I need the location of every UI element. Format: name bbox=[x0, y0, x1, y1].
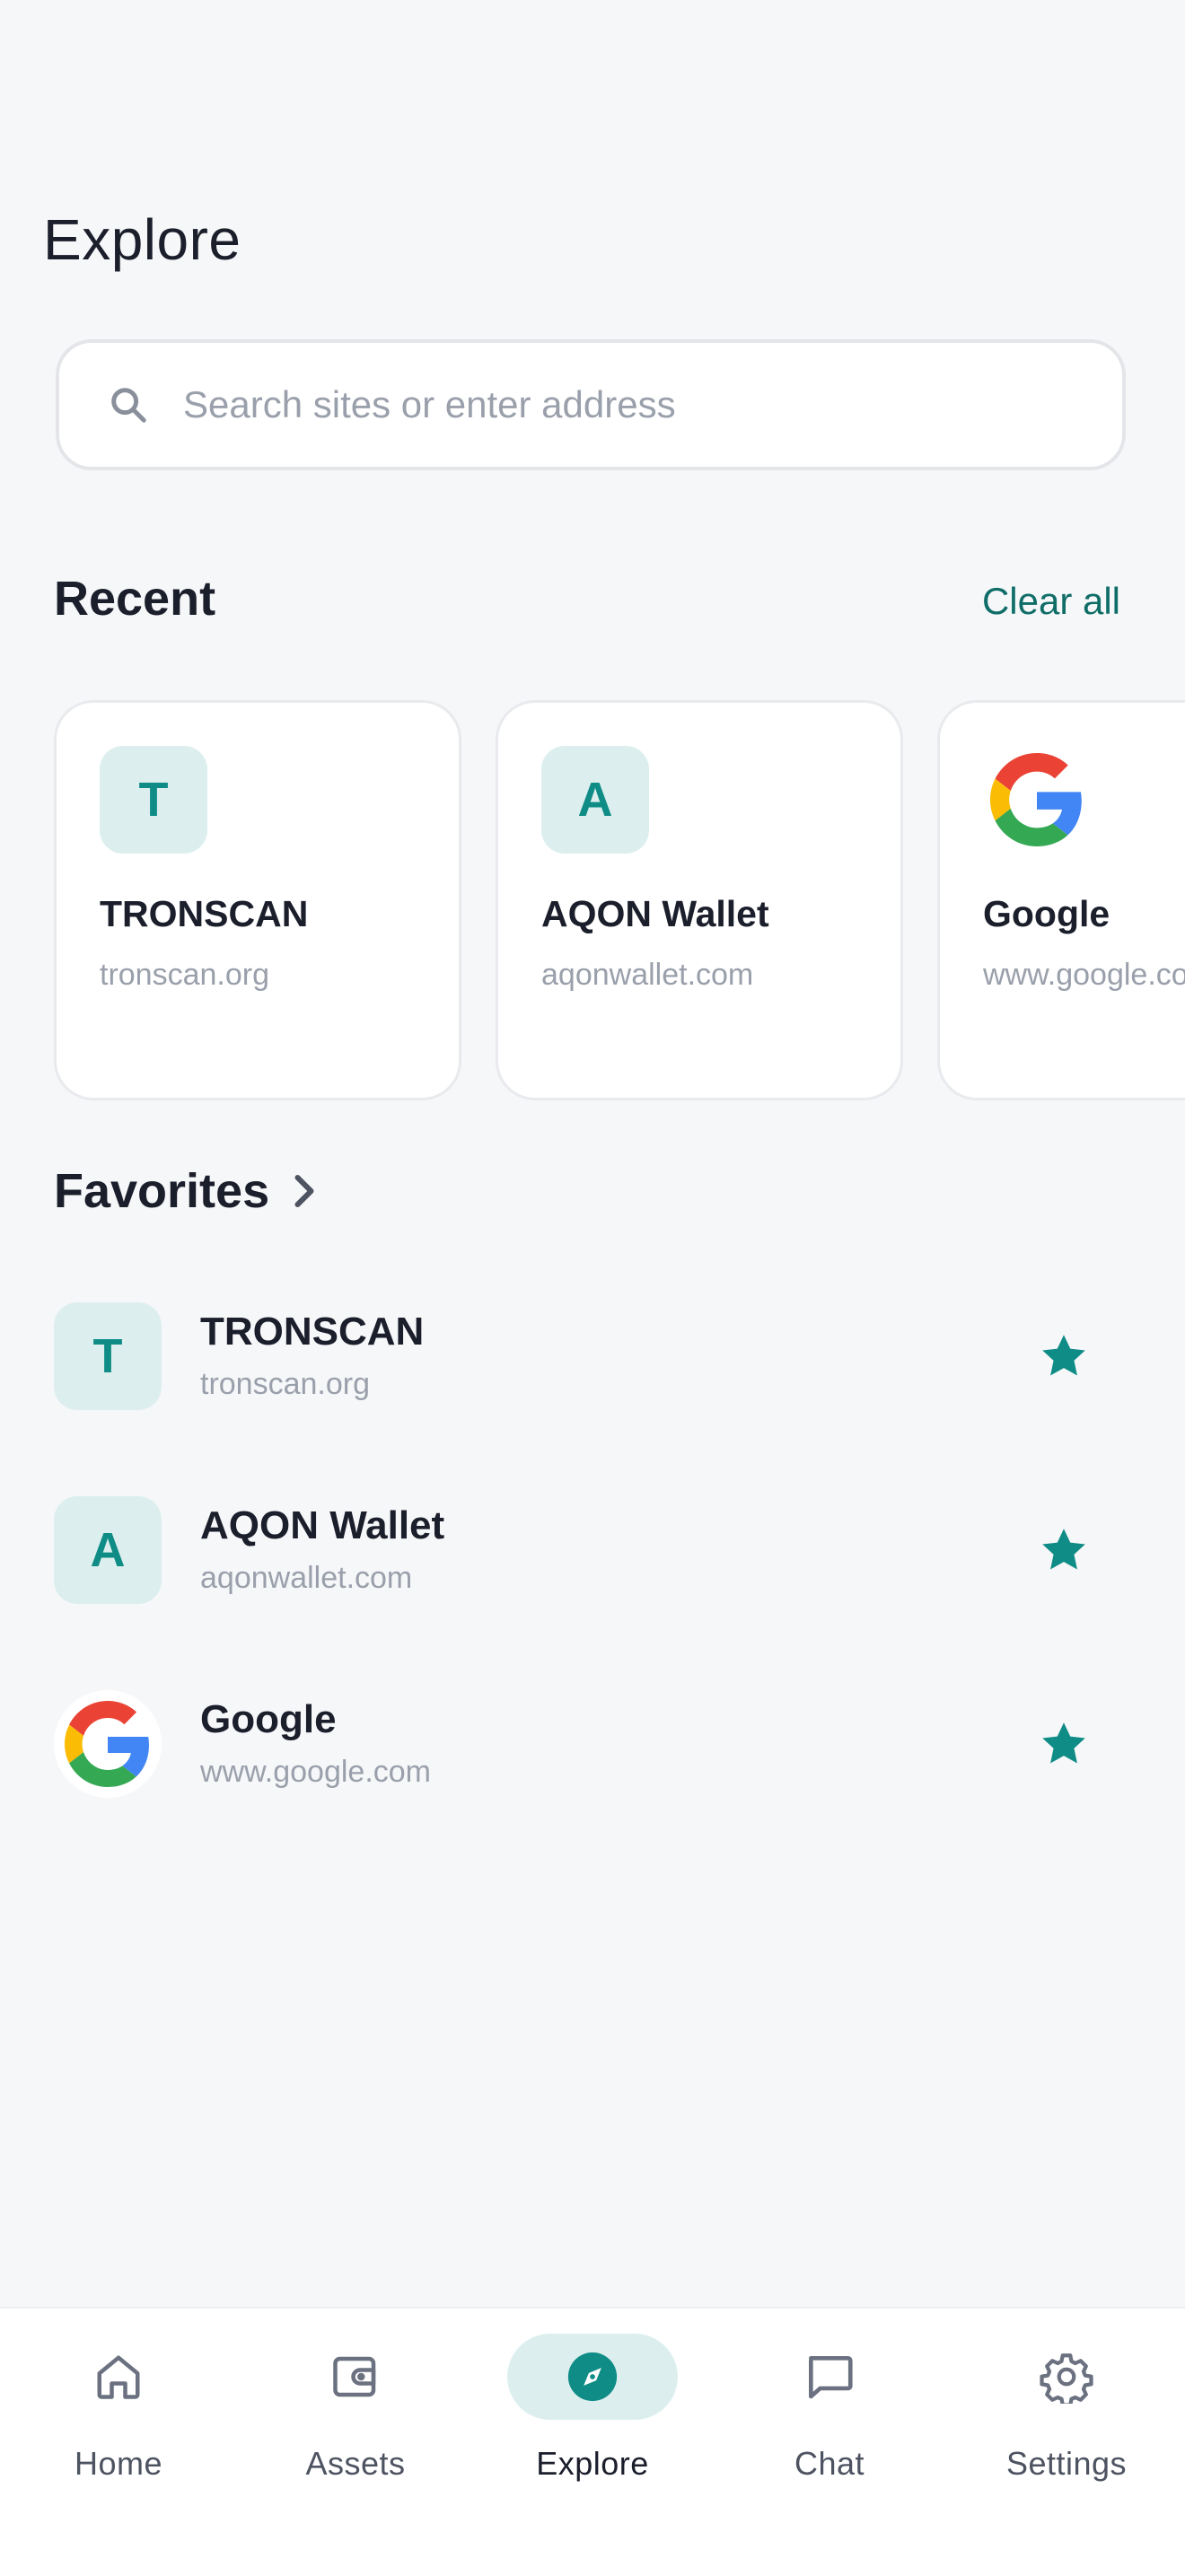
tab-label: Home bbox=[74, 2445, 163, 2482]
site-initial-badge: T bbox=[100, 746, 207, 854]
recent-card-aqon-wallet[interactable]: A AQON Wallet aqonwallet.com bbox=[496, 700, 903, 1100]
chat-icon bbox=[744, 2334, 915, 2420]
recent-card-tronscan[interactable]: T TRONSCAN tronscan.org bbox=[54, 700, 461, 1100]
star-filled-icon[interactable] bbox=[1039, 1525, 1089, 1575]
tab-home[interactable]: Home bbox=[0, 2334, 237, 2513]
site-name: TRONSCAN bbox=[100, 893, 309, 934]
tab-label: Explore bbox=[536, 2445, 649, 2482]
google-logo-icon bbox=[990, 753, 1082, 846]
site-name: Google bbox=[200, 1697, 337, 1741]
search-bar[interactable] bbox=[56, 339, 1126, 470]
bottom-tab-bar: Home Assets Explore Chat Settings bbox=[0, 2307, 1185, 2576]
google-logo-icon bbox=[65, 1701, 149, 1787]
tab-settings[interactable]: Settings bbox=[948, 2334, 1185, 2513]
search-icon bbox=[111, 388, 146, 423]
tab-explore[interactable]: Explore bbox=[474, 2334, 711, 2513]
site-name: AQON Wallet bbox=[200, 1503, 445, 1547]
site-logo bbox=[54, 1690, 162, 1798]
star-filled-icon[interactable] bbox=[1039, 1331, 1089, 1381]
favorite-item-google[interactable]: Google www.google.com bbox=[54, 1690, 1131, 1798]
favorite-item-aqon-wallet[interactable]: A AQON Wallet aqonwallet.com bbox=[54, 1496, 1131, 1604]
tab-chat[interactable]: Chat bbox=[711, 2334, 948, 2513]
site-name: Google bbox=[983, 893, 1110, 934]
search-input[interactable] bbox=[181, 343, 1086, 467]
tab-label: Chat bbox=[794, 2445, 865, 2482]
wallet-icon bbox=[270, 2334, 441, 2420]
site-url: aqonwallet.com bbox=[541, 958, 754, 992]
recent-carousel[interactable]: T TRONSCAN tronscan.org A AQON Wallet aq… bbox=[54, 700, 1185, 1104]
site-name: AQON Wallet bbox=[541, 893, 769, 934]
site-url: www.google.com bbox=[983, 958, 1185, 992]
tab-label: Assets bbox=[305, 2445, 406, 2482]
favorite-item-tronscan[interactable]: T TRONSCAN tronscan.org bbox=[54, 1302, 1131, 1410]
favorites-title: Favorites bbox=[54, 1164, 270, 1218]
favorites-header[interactable]: Favorites bbox=[54, 1163, 318, 1219]
site-url: www.google.com bbox=[200, 1755, 432, 1789]
tab-assets[interactable]: Assets bbox=[237, 2334, 474, 2513]
gear-icon bbox=[981, 2334, 1152, 2420]
site-url: tronscan.org bbox=[200, 1367, 370, 1401]
site-url: aqonwallet.com bbox=[200, 1561, 413, 1595]
site-initial-badge: A bbox=[54, 1496, 162, 1604]
site-name: TRONSCAN bbox=[200, 1310, 425, 1354]
site-initial-badge: T bbox=[54, 1302, 162, 1410]
clear-all-button[interactable]: Clear all bbox=[982, 580, 1120, 623]
home-icon bbox=[33, 2334, 204, 2420]
site-url: tronscan.org bbox=[100, 958, 269, 992]
recent-card-google[interactable]: Google www.google.com bbox=[937, 700, 1185, 1100]
recent-title: Recent bbox=[54, 572, 216, 626]
site-initial-badge: A bbox=[541, 746, 649, 854]
compass-icon bbox=[507, 2334, 678, 2420]
tab-label: Settings bbox=[1005, 2445, 1128, 2482]
page-title: Explore bbox=[43, 207, 241, 272]
star-filled-icon[interactable] bbox=[1039, 1719, 1089, 1769]
chevron-right-icon bbox=[294, 1175, 314, 1207]
